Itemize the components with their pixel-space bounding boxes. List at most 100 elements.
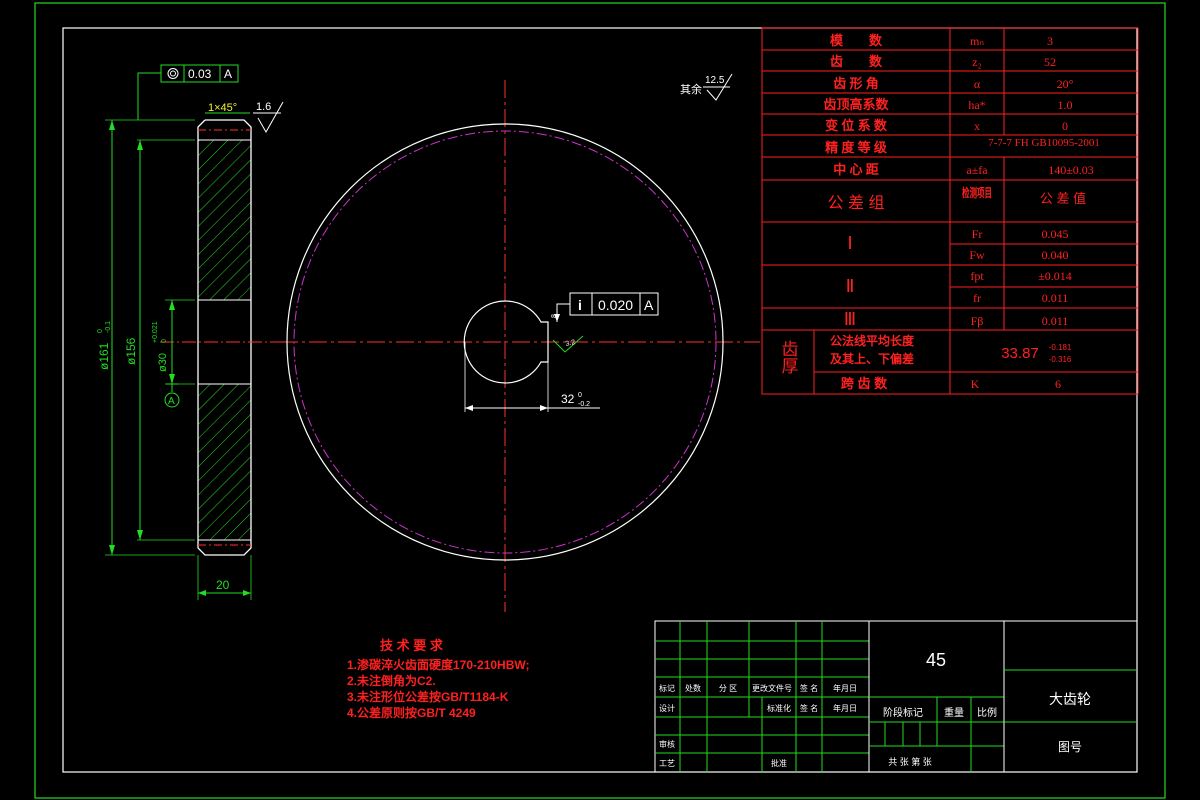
row-module-name: 模 数 bbox=[830, 33, 883, 48]
row-addendum-value: 1.0 bbox=[1058, 98, 1073, 112]
row-module-symbol: mₙ bbox=[970, 34, 984, 48]
gear-table-text: 模 数 mₙ 3 齿 数 z₂ 52 齿 形 角 α 20° 齿顶高系数 ha*… bbox=[779, 33, 1100, 391]
part-name: 大齿轮 bbox=[1049, 691, 1091, 707]
tol-item-header: 检测项目 bbox=[962, 185, 992, 200]
row-pressure-angle-value: 20° bbox=[1057, 77, 1074, 91]
datum-label: A bbox=[168, 396, 175, 407]
tooth-thickness-label: 齿厚 bbox=[779, 340, 799, 375]
span-label: 跨 齿 数 bbox=[841, 376, 888, 391]
tol-group-2: Ⅱ bbox=[846, 276, 855, 296]
span-value: 6 bbox=[1055, 377, 1061, 391]
tol-fpt-symbol: fpt bbox=[970, 269, 984, 283]
date-label-2: 年月日 bbox=[833, 703, 857, 713]
row-pressure-angle-name: 齿 形 角 bbox=[833, 76, 879, 91]
od-tol-upper: 0 bbox=[97, 329, 104, 333]
tech-item-1: 1.渗碳淬火齿面硬度170-210HBW; bbox=[347, 657, 530, 672]
chamfer-label: 1×45° bbox=[208, 102, 237, 114]
od-tol-lower: -0.1 bbox=[105, 321, 112, 333]
mark-label: 标记 bbox=[659, 683, 675, 693]
symmetry-value: 0.020 bbox=[598, 297, 633, 313]
tol-fw-symbol: Fw bbox=[969, 248, 985, 262]
keyway-dim-lower: -0.2 bbox=[578, 401, 590, 408]
tech-title: 技 术 要 求 bbox=[380, 638, 444, 653]
width-label: 20 bbox=[216, 578, 230, 592]
scale-label: 比例 bbox=[977, 706, 997, 719]
tol-fpt-value: ±0.014 bbox=[1038, 269, 1072, 283]
symmetry-datum: A bbox=[644, 297, 654, 313]
tol-fr-symbol: Fr bbox=[972, 227, 983, 241]
runout-leader bbox=[137, 72, 161, 120]
symmetry-icon: i bbox=[578, 297, 582, 313]
approve-label: 批准 bbox=[771, 758, 787, 768]
rest-roughness-label: 其余 bbox=[680, 82, 702, 96]
tooth-thickness-lower: -0.316 bbox=[1049, 355, 1072, 364]
sign-label: 签 名 bbox=[800, 683, 818, 693]
gear-parameter-table bbox=[761, 27, 1139, 395]
runout-value: 0.03 bbox=[188, 67, 212, 81]
gear-drawing: 0.03 A 1×45° 1.6 ø161 0 -0.1 ø156 ø30 +0… bbox=[34, 2, 1166, 799]
concentricity-icon bbox=[167, 68, 179, 79]
tol-value-header: 公 差 值 bbox=[1040, 191, 1086, 206]
change-doc-label: 更改文件号 bbox=[752, 683, 792, 693]
span-symbol: K bbox=[971, 377, 980, 391]
tol-fbeta-value: 0.011 bbox=[1042, 314, 1069, 328]
process-label: 工艺 bbox=[659, 759, 675, 768]
section-view: 0.03 A 1×45° 1.6 ø161 0 -0.1 ø156 ø30 +0… bbox=[97, 64, 290, 600]
keyway-width-value: 8 bbox=[551, 314, 558, 318]
row-module-value: 3 bbox=[1047, 34, 1053, 48]
review-label: 审核 bbox=[659, 739, 675, 749]
tooth-thickness-value: 33.87 bbox=[1001, 345, 1039, 362]
row-addendum-symbol: ha* bbox=[968, 98, 985, 112]
zone-label: 分 区 bbox=[719, 684, 737, 693]
row-shift-symbol: x bbox=[974, 119, 980, 133]
stage-mark-label: 阶段标记 bbox=[883, 706, 923, 719]
tol-group-header: 公 差 组 bbox=[828, 194, 885, 212]
row-shift-value: 0 bbox=[1062, 119, 1068, 133]
roughness-top: 1.6 bbox=[256, 101, 271, 113]
rest-roughness-value: 12.5 bbox=[705, 75, 725, 86]
row-accuracy-name: 精 度 等 级 bbox=[825, 140, 888, 155]
tol-group-3: Ⅲ bbox=[844, 309, 856, 329]
row-shift-name: 变 位 系 数 bbox=[825, 118, 888, 133]
bore-tol-upper: +0.021 bbox=[152, 321, 159, 343]
tech-item-2: 2.未注倒角为C2. bbox=[347, 673, 436, 688]
sheet-label: 共 张 第 张 bbox=[888, 756, 932, 767]
weight-label: 重量 bbox=[944, 706, 964, 719]
date-label: 年月日 bbox=[833, 683, 857, 693]
material-label: 45 bbox=[926, 650, 946, 670]
bore-diameter-label: ø30 bbox=[157, 353, 169, 372]
hatch-lower bbox=[198, 384, 251, 540]
front-view: 其余 12.5 i 0.020 A 8 3.2 32 0 -0.2 bbox=[280, 73, 760, 612]
tol-fw-value: 0.040 bbox=[1042, 248, 1069, 262]
row-center-distance-value: 140±0.03 bbox=[1048, 163, 1094, 177]
tol-group-1: Ⅰ bbox=[847, 233, 852, 253]
tol-ff-symbol: fr bbox=[973, 291, 981, 305]
row-teeth-value: 52 bbox=[1044, 55, 1056, 69]
tol-fbeta-symbol: Fβ bbox=[971, 314, 984, 328]
keyway-dim-label: 32 bbox=[561, 392, 575, 406]
keyway-dim-upper: 0 bbox=[578, 392, 582, 399]
design-label: 设计 bbox=[659, 703, 675, 713]
tol-ff-value: 0.011 bbox=[1042, 291, 1069, 305]
row-pressure-angle-symbol: α bbox=[974, 77, 981, 91]
title-block-text: 45 大齿轮 图号 阶段标记 重量 比例 共 张 第 张 标记 处数 分 区 更… bbox=[659, 650, 1091, 768]
row-accuracy-value: 7-7-7 FH GB10095-2001 bbox=[988, 137, 1100, 149]
row-center-distance-symbol: a±fa bbox=[966, 163, 988, 177]
row-addendum-name: 齿顶高系数 bbox=[823, 97, 889, 112]
row-teeth-name: 齿 数 bbox=[830, 54, 883, 69]
tooth-thickness-desc-1: 公法线平均长度 bbox=[830, 333, 915, 348]
drawing-no-label: 图号 bbox=[1058, 740, 1082, 754]
keyway-roughness-value: 3.2 bbox=[565, 339, 576, 348]
sign-label-2: 签 名 bbox=[800, 703, 818, 713]
tol-fr-value: 0.045 bbox=[1042, 227, 1069, 241]
row-teeth-symbol: z₂ bbox=[972, 55, 982, 69]
tooth-thickness-desc-2: 及其上、下偏差 bbox=[830, 351, 914, 366]
tooth-thickness-upper: -0.181 bbox=[1049, 343, 1072, 352]
tech-requirements: 技 术 要 求 1.渗碳淬火齿面硬度170-210HBW; 2.未注倒角为C2.… bbox=[347, 638, 530, 720]
standardize-label: 标准化 bbox=[767, 703, 791, 713]
tech-item-3: 3.未注形位公差按GB/T1184-K bbox=[347, 689, 509, 704]
row-center-distance-name: 中 心 距 bbox=[833, 162, 879, 177]
runout-datum: A bbox=[224, 67, 232, 81]
hatch-upper bbox=[198, 140, 251, 300]
bore-tol-lower: 0 bbox=[161, 339, 168, 343]
